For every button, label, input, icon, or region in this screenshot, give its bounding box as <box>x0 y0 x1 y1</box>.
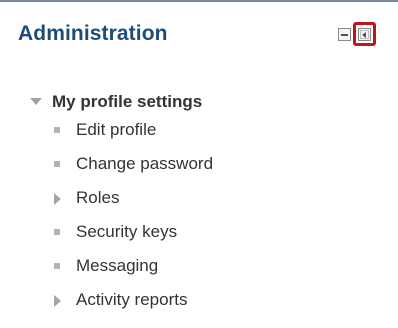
square-bullet-icon <box>54 127 60 133</box>
square-bullet-icon <box>54 229 60 235</box>
arrow-left-icon <box>362 31 366 38</box>
profile-settings-tree: My profile settings Edit profile Change … <box>0 86 398 322</box>
block-top-border <box>0 0 398 2</box>
triangle-right-icon <box>54 295 61 307</box>
tree-item-roles[interactable]: Roles <box>0 186 398 220</box>
square-bullet-icon <box>54 161 60 167</box>
tree-item-messaging[interactable]: Messaging <box>0 254 398 288</box>
tree-item-security-keys[interactable]: Security keys <box>0 220 398 254</box>
administration-block: Administration My profile settings Edit … <box>0 0 398 328</box>
tree-item-label[interactable]: Messaging <box>76 256 158 276</box>
block-title: Administration <box>18 22 168 45</box>
dock-block-button[interactable] <box>358 28 371 41</box>
tree-item-label[interactable]: Roles <box>76 188 119 208</box>
tree-section-my-profile-settings[interactable]: My profile settings <box>0 86 398 118</box>
tree-item-label[interactable]: Security keys <box>76 222 177 242</box>
square-bullet-icon <box>54 263 60 269</box>
minus-icon <box>341 34 348 36</box>
section-label: My profile settings <box>52 92 203 111</box>
triangle-right-icon <box>54 193 61 205</box>
tree-item-change-password[interactable]: Change password <box>0 152 398 186</box>
hide-block-button[interactable] <box>338 28 351 41</box>
tree-item-activity-reports[interactable]: Activity reports <box>0 288 398 322</box>
block-controls <box>334 22 390 48</box>
tree-item-label[interactable]: Change password <box>76 154 213 174</box>
triangle-down-icon <box>30 98 42 105</box>
tree-item-label[interactable]: Edit profile <box>76 120 156 140</box>
tree-item-label[interactable]: Activity reports <box>76 290 187 310</box>
tree-item-edit-profile[interactable]: Edit profile <box>0 118 398 152</box>
block-header: Administration <box>18 20 398 56</box>
